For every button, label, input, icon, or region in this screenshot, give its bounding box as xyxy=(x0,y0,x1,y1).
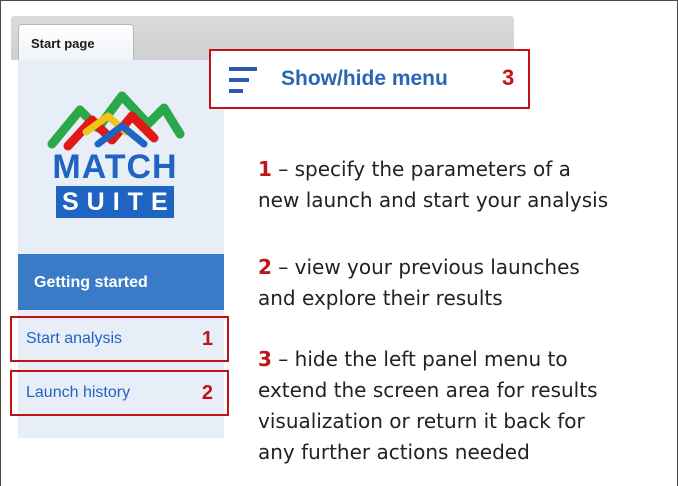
description-text: extend the screen area for results xyxy=(258,378,598,402)
sidebar-item-launch-history[interactable]: Launch history 2 xyxy=(10,370,229,416)
description-text: – view your previous launches xyxy=(271,255,580,279)
description-text: visualization or return it back for xyxy=(258,409,585,433)
sidebar-item-label: Start analysis xyxy=(26,330,123,347)
description-text: new launch and start your analysis xyxy=(258,188,609,212)
callout-number: 3 xyxy=(502,65,515,90)
logo-word-suite: SUITE xyxy=(62,188,176,216)
callout-number: 1 xyxy=(201,328,213,350)
description-1: 1 – specify the parameters of a new laun… xyxy=(258,154,668,216)
description-2: 2 – view your previous launches and expl… xyxy=(258,252,668,314)
description-text: – specify the parameters of a xyxy=(271,157,571,181)
sidebar-section-header: Getting started xyxy=(18,254,224,310)
description-text: and explore their results xyxy=(258,286,503,310)
section-title: Getting started xyxy=(34,274,148,291)
show-hide-menu-button[interactable]: Show/hide menu 3 xyxy=(209,49,530,109)
description-number: 1 xyxy=(258,157,272,181)
description-text: – hide the left panel menu to xyxy=(271,347,568,371)
tab-label: Start page xyxy=(31,36,95,51)
logo-word-match: MATCH xyxy=(52,148,178,186)
sidebar-item-label: Launch history xyxy=(26,384,131,401)
show-hide-menu-label: Show/hide menu xyxy=(281,67,448,90)
match-suite-logo: MATCH SUITE xyxy=(40,82,190,222)
hamburger-menu-icon xyxy=(229,65,257,95)
callout-number: 2 xyxy=(201,382,213,404)
tab-start-page[interactable]: Start page xyxy=(18,24,134,64)
mountains-logo-icon xyxy=(47,91,185,151)
description-text: any further actions needed xyxy=(258,440,530,464)
description-number: 3 xyxy=(258,347,272,371)
description-3: 3 – hide the left panel menu to extend t… xyxy=(258,344,668,468)
description-number: 2 xyxy=(258,255,272,279)
sidebar-item-start-analysis[interactable]: Start analysis 1 xyxy=(10,316,229,362)
